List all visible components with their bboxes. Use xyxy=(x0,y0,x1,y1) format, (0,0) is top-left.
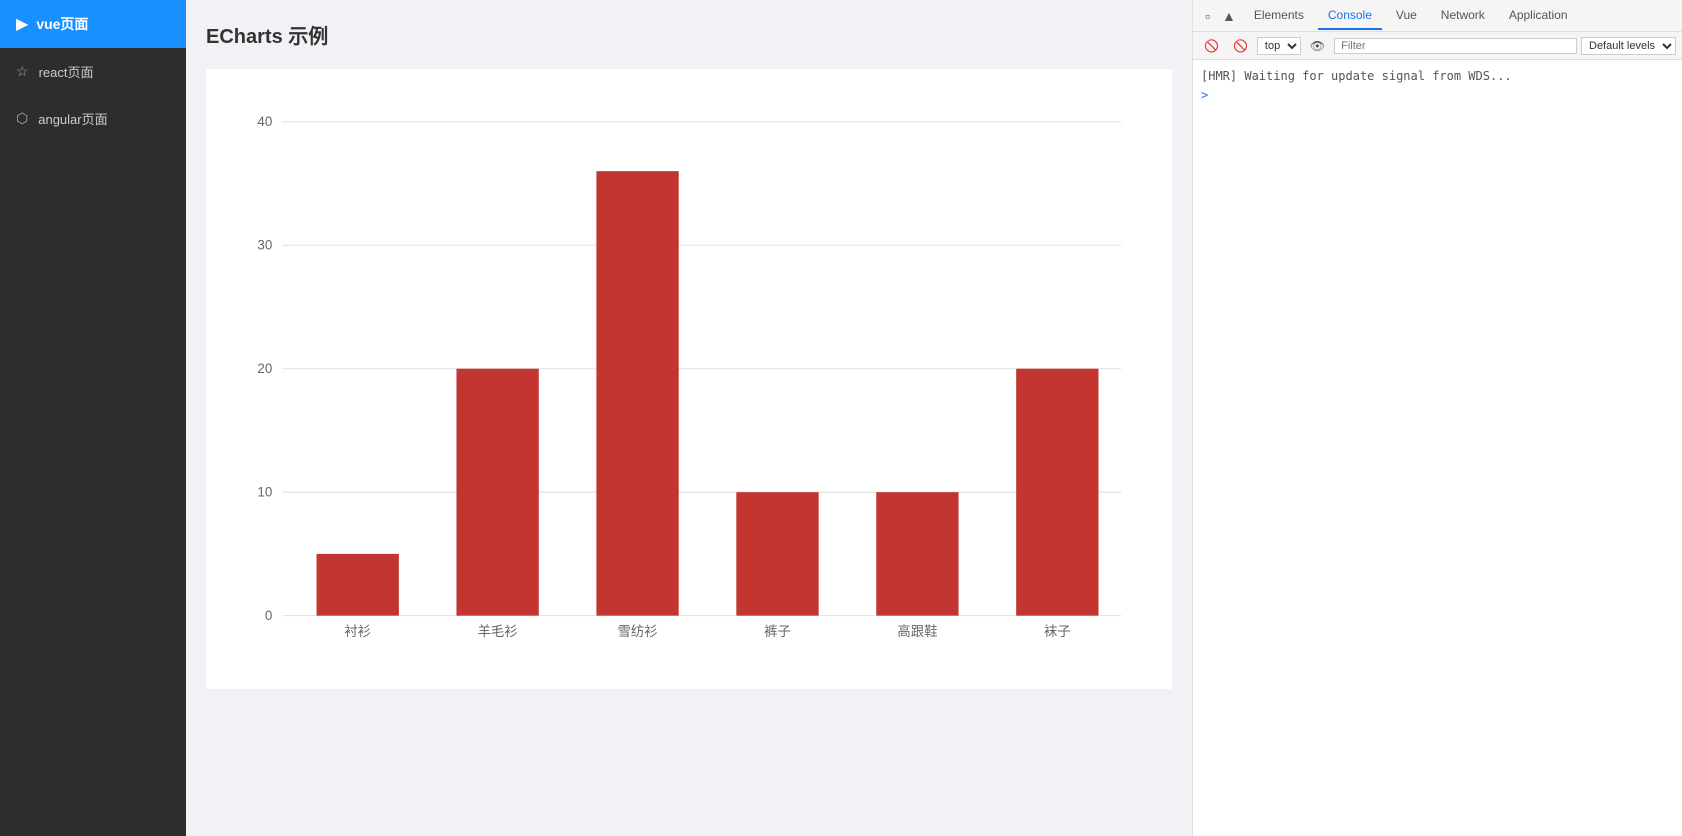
bar-heels xyxy=(876,492,958,615)
context-select[interactable]: top xyxy=(1257,37,1301,55)
levels-select[interactable]: Default levels xyxy=(1581,37,1676,55)
sidebar-title: vue页面 xyxy=(36,14,88,34)
console-clear-icon[interactable]: 🚫 xyxy=(1199,37,1224,55)
devtools-console: [HMR] Waiting for update signal from WDS… xyxy=(1193,60,1682,836)
sidebar-item-angular[interactable]: ⬡ angular页面 xyxy=(0,95,186,142)
svg-text:羊毛衫: 羊毛衫 xyxy=(478,624,518,639)
tab-elements[interactable]: Elements xyxy=(1244,2,1314,30)
console-line-hmr: [HMR] Waiting for update signal from WDS… xyxy=(1201,66,1674,86)
tab-console[interactable]: Console xyxy=(1318,2,1382,30)
svg-text:袜子: 袜子 xyxy=(1044,624,1071,639)
bar-pants xyxy=(736,492,818,615)
bar-sweater xyxy=(456,369,538,616)
svg-text:裤子: 裤子 xyxy=(764,624,791,639)
svg-text:30: 30 xyxy=(257,237,272,252)
svg-text:20: 20 xyxy=(257,361,272,376)
devtools-tab-bar: ▫ ▲ Elements Console Vue Network Applica… xyxy=(1193,0,1682,32)
svg-text:0: 0 xyxy=(265,608,272,623)
sidebar-item-react-label: react页面 xyxy=(39,62,94,81)
sidebar-item-angular-label: angular页面 xyxy=(38,109,107,128)
bar-chart: 40 30 20 10 0 衬衫 羊毛衫 雪纺衫 裤子 xyxy=(226,89,1152,669)
devtools-device-icon[interactable]: ▲ xyxy=(1218,6,1240,26)
svg-text:高跟鞋: 高跟鞋 xyxy=(897,623,937,639)
console-filter-icon[interactable]: 🚫 xyxy=(1228,37,1253,55)
svg-text:雪纺衫: 雪纺衫 xyxy=(618,624,658,639)
main-content: ECharts 示例 40 30 20 10 0 xyxy=(186,0,1192,836)
devtools-inspect-icon[interactable]: ▫ xyxy=(1201,6,1214,26)
vue-logo-icon: ▶ xyxy=(16,14,28,34)
filter-input[interactable] xyxy=(1334,38,1577,54)
console-prompt[interactable]: > xyxy=(1201,86,1674,104)
bar-chiffon xyxy=(596,171,678,615)
svg-text:衬衫: 衬衫 xyxy=(344,624,371,639)
devtools-panel: ▫ ▲ Elements Console Vue Network Applica… xyxy=(1192,0,1682,836)
sidebar-item-react[interactable]: ☆ react页面 xyxy=(0,48,186,95)
tab-network[interactable]: Network xyxy=(1431,2,1495,30)
react-icon: ☆ xyxy=(16,63,29,80)
page-title: ECharts 示例 xyxy=(206,20,1172,49)
svg-text:10: 10 xyxy=(257,484,272,499)
bar-socks xyxy=(1016,369,1098,616)
devtools-toolbar: 🚫 🚫 top 👁 Default levels xyxy=(1193,32,1682,60)
chart-area: 40 30 20 10 0 衬衫 羊毛衫 雪纺衫 裤子 xyxy=(226,89,1152,669)
tab-vue[interactable]: Vue xyxy=(1386,2,1427,30)
bar-shirt xyxy=(317,554,399,616)
chart-container: 40 30 20 10 0 衬衫 羊毛衫 雪纺衫 裤子 xyxy=(206,69,1172,689)
console-eye-icon[interactable]: 👁 xyxy=(1305,37,1330,55)
tab-application[interactable]: Application xyxy=(1499,2,1578,30)
sidebar: ▶ vue页面 ☆ react页面 ⬡ angular页面 xyxy=(0,0,186,836)
svg-text:40: 40 xyxy=(257,114,272,129)
sidebar-header[interactable]: ▶ vue页面 xyxy=(0,0,186,48)
angular-icon: ⬡ xyxy=(16,110,28,127)
